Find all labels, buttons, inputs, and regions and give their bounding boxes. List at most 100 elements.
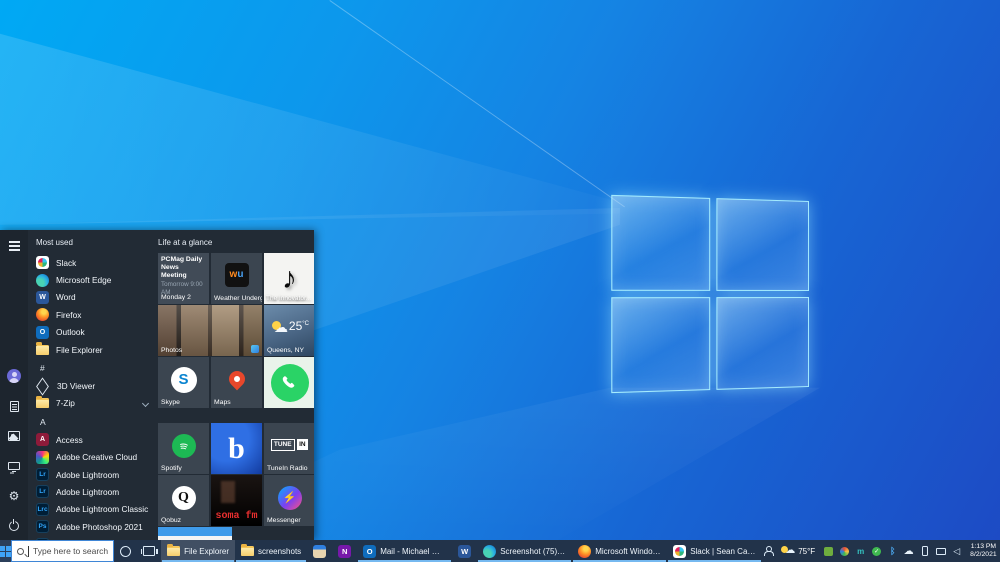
tile-partial[interactable] [158, 527, 232, 540]
start-tiles-area: Life at a glance PCMag Daily News Meetin… [156, 230, 314, 540]
sun-icon [781, 546, 788, 553]
onedrive-cloud-icon[interactable]: ☁ [903, 546, 914, 557]
folder-icon [36, 345, 49, 355]
tile-group-header[interactable]: Life at a glance [158, 238, 314, 247]
tile-music[interactable]: ♪ The Innovator... [264, 253, 314, 304]
group-header-hash[interactable]: # [40, 363, 156, 374]
pinwheel-icon[interactable] [839, 546, 850, 557]
start-app-lightroom[interactable]: Lr Adobe Lightroom [34, 466, 156, 483]
start-app-7zip[interactable]: 7-Zip [34, 395, 156, 412]
tile-weather-underground[interactable]: wu Weather Underground [211, 253, 262, 304]
start-app-word[interactable]: W Word [34, 289, 156, 306]
word-icon: W [458, 545, 471, 558]
group-header-a[interactable]: A [40, 417, 156, 428]
taskbar-search-box[interactable]: Type here to search [11, 540, 114, 562]
cortana-icon [120, 546, 131, 557]
tile-messenger[interactable]: ⚡ Messenger [264, 475, 314, 526]
creative-cloud-icon [36, 451, 49, 464]
tile-weather-queens[interactable]: ☁ 25°C Queens, NY [264, 305, 314, 356]
volume-icon[interactable]: ◁ [951, 546, 962, 557]
access-icon: A [36, 433, 49, 446]
taskbar-screenshots-window[interactable]: screenshots [235, 540, 307, 562]
start-app-outlook[interactable]: O Outlook [34, 324, 156, 341]
start-menu-rail: ⚙ [0, 230, 28, 540]
start-app-firefox[interactable]: Firefox [34, 306, 156, 323]
start-app-lightroom-2[interactable]: Lr Adobe Lightroom [34, 483, 156, 500]
qobuz-icon: Q [172, 486, 196, 510]
start-app-3d-viewer[interactable]: 3D Viewer [34, 377, 156, 394]
start-app-slack[interactable]: Slack [34, 254, 156, 271]
user-avatar[interactable] [6, 368, 22, 384]
people-icon[interactable] [762, 546, 773, 557]
news-and-interests-weather[interactable]: ☁ 75°F [778, 546, 818, 556]
start-app-lightroom-classic[interactable]: Lrc Adobe Lightroom Classic [34, 501, 156, 518]
cube-icon [36, 377, 49, 395]
weather-underground-logo: wu [225, 263, 249, 287]
display-icon[interactable] [935, 546, 946, 557]
taskbar-clock[interactable]: 1:13 PM 8/2/2021 [967, 543, 999, 559]
tile-calendar[interactable]: PCMag Daily News Meeting Tomorrow 9:00 A… [158, 253, 209, 304]
cortana-button[interactable] [114, 540, 137, 562]
windows-logo [611, 195, 809, 393]
taskbar-edge-window[interactable]: Screenshot (75).pn... [477, 540, 572, 562]
taskbar-word[interactable]: W [452, 540, 477, 562]
taskbar-file-explorer[interactable]: File Explorer [161, 540, 235, 562]
search-icon [17, 548, 24, 555]
outlook-icon: O [36, 326, 49, 339]
taskbar-onenote[interactable]: N [332, 540, 357, 562]
music-note-icon: ♪ [282, 262, 297, 296]
tile-whatsapp[interactable] [264, 357, 314, 408]
windows-start-icon [0, 546, 11, 557]
folder-icon [241, 546, 254, 556]
tile-b-app[interactable]: b [211, 423, 262, 474]
taskbar-firefox-window[interactable]: Microsoft Window... [572, 540, 667, 562]
green-check-icon[interactable]: ✓ [871, 546, 882, 557]
task-view-button[interactable] [137, 540, 161, 562]
cloud-icon: ☁ [274, 319, 288, 336]
tile-qobuz[interactable]: Q Qobuz [158, 475, 209, 526]
pictures-icon[interactable] [6, 428, 22, 444]
windows-logo-pane [611, 297, 710, 393]
start-app-photoshop[interactable]: Ps Adobe Photoshop 2021 [34, 518, 156, 535]
settings-gear-icon[interactable]: ⚙ [6, 488, 22, 504]
tile-spotify[interactable]: Spotify [158, 423, 209, 474]
windows-logo-pane [716, 198, 809, 291]
clock-date: 8/2/2021 [970, 551, 996, 559]
start-app-file-explorer[interactable]: File Explorer [34, 341, 156, 358]
videos-icon[interactable] [6, 458, 22, 474]
tile-maps[interactable]: Maps [211, 357, 262, 408]
taskbar: Type here to search File Explorer screen… [0, 540, 1000, 562]
gpu-icon[interactable] [823, 546, 834, 557]
tile-photos[interactable]: Photos [158, 305, 262, 356]
tile-tunein[interactable]: TUNEIN TuneIn Radio [264, 423, 314, 474]
windows-desktop-screen: ⚙ Most used Slack Microsoft Edge W Word … [0, 0, 1000, 562]
search-placeholder: Type here to search [33, 546, 108, 556]
taskbar-microsoft-store[interactable] [307, 540, 332, 562]
start-app-adobe-cc[interactable]: Adobe Creative Cloud [34, 449, 156, 466]
task-view-icon [143, 546, 155, 556]
start-app-access[interactable]: A Access [34, 431, 156, 448]
lightroom-classic-icon: Lrc [36, 503, 49, 516]
start-button[interactable] [0, 540, 11, 562]
system-tray: ☁ 75°F m ✓ ᛒ ☁ ◁ 1:13 PM 8/2/2021 2 [762, 540, 1000, 562]
tile-somafm[interactable]: soma fm [211, 475, 262, 526]
tile-skype[interactable]: S Skype [158, 357, 209, 408]
start-app-edge[interactable]: Microsoft Edge [34, 271, 156, 288]
windows-logo-pane [611, 195, 710, 291]
edge-icon [36, 274, 49, 287]
spotify-icon [172, 434, 196, 458]
slack-icon [36, 256, 49, 269]
slack-icon [673, 545, 686, 558]
phone-icon[interactable] [919, 546, 930, 557]
firefox-icon [578, 545, 591, 558]
hamburger-icon[interactable] [6, 238, 22, 254]
documents-icon[interactable] [6, 398, 22, 414]
taskbar-mail-outlook[interactable]: O Mail - Michael Ma... [357, 540, 452, 562]
m-app-icon[interactable]: m [855, 546, 866, 557]
bluetooth-icon[interactable]: ᛒ [887, 546, 898, 557]
tunein-logo: TUNEIN [271, 439, 308, 451]
chevron-down-icon[interactable] [142, 400, 149, 407]
power-icon[interactable] [6, 518, 22, 534]
photos-app-icon [251, 345, 259, 353]
taskbar-slack-window[interactable]: Slack | Sean Carrol... [667, 540, 762, 562]
